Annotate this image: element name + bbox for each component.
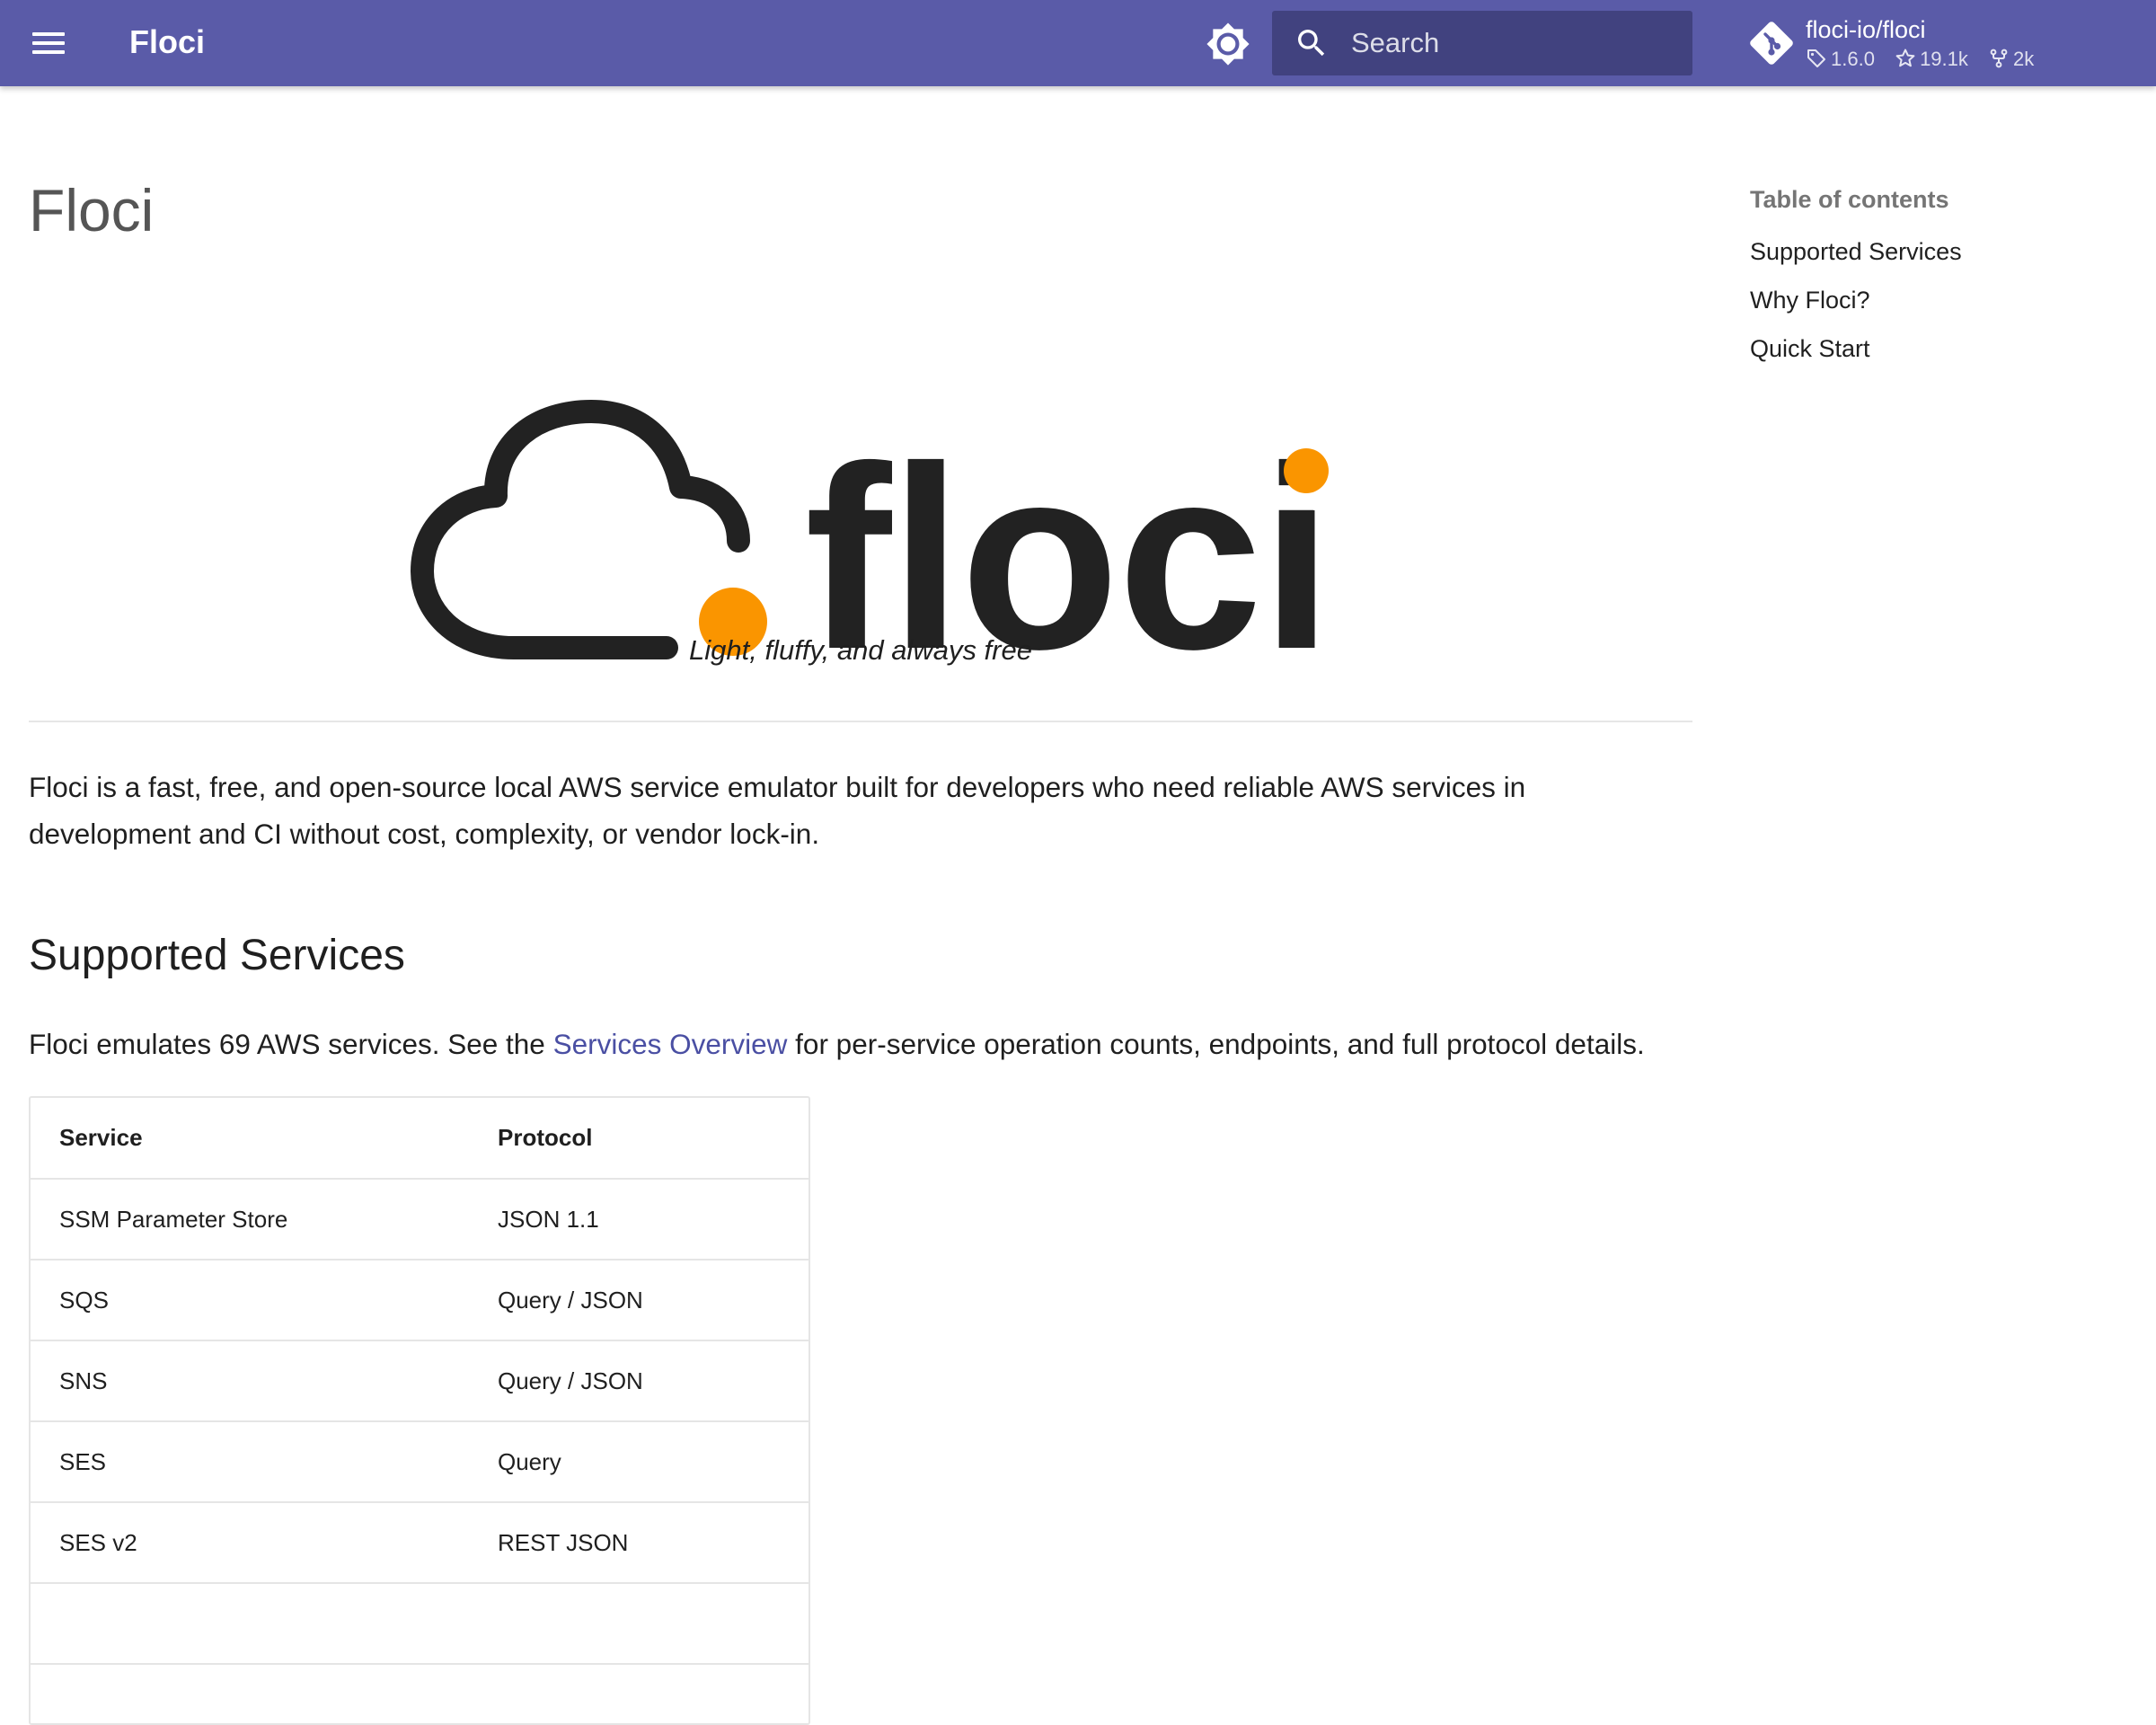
service-cell [31, 1583, 469, 1665]
toc-item-supported-services[interactable]: Supported Services [1750, 235, 2127, 268]
search-box[interactable] [1272, 11, 1692, 75]
toc-item-quick-start[interactable]: Quick Start [1750, 332, 2127, 365]
brightness-icon[interactable] [1206, 22, 1250, 66]
table-row: SSM Parameter Store JSON 1.1 [31, 1179, 808, 1261]
intro-paragraph: Floci is a fast, free, and open-source l… [29, 771, 1526, 850]
tagline: Light, fluffy, and always free [689, 634, 1032, 666]
services-paragraph: Floci emulates 69 AWS services. See the … [29, 1028, 1645, 1060]
repo-stars: 19.1k [1895, 47, 1968, 72]
page-title: Floci [29, 177, 155, 243]
repo-name: floci-io/floci [1806, 16, 1926, 43]
floci-logo: floci [411, 400, 1340, 688]
protocol-cell: Query / JSON [469, 1340, 808, 1422]
table-of-contents: Table of contents Supported Services Why… [1750, 180, 2127, 365]
table-row: SQS Query / JSON [31, 1260, 808, 1341]
repo-link[interactable]: floci-io/floci 1.6.0 19.1k 2k [1748, 14, 2045, 74]
protocol-cell: Query [469, 1421, 808, 1503]
column-header-service: Service [31, 1098, 469, 1180]
table-row: SES Query [31, 1421, 808, 1503]
search-input[interactable] [1351, 22, 1674, 65]
header-bar: Floci floci-io/floci 1.6.0 [0, 0, 2156, 86]
site-title[interactable]: Floci [129, 22, 205, 63]
table-row [31, 1583, 808, 1665]
tag-icon [1807, 49, 1825, 67]
table-row: SNS Query / JSON [31, 1340, 808, 1422]
fork-icon [1990, 49, 2008, 68]
services-table: Service Protocol SSM Parameter Store JSO… [29, 1096, 810, 1725]
column-header-protocol: Protocol [469, 1098, 808, 1180]
table-row: SES v2 REST JSON [31, 1502, 808, 1584]
repo-forks: 2k [1988, 47, 2034, 72]
toc-item-why-floci[interactable]: Why Floci? [1750, 284, 2127, 316]
protocol-cell: Query / JSON [469, 1260, 808, 1341]
section-heading-supported-services: Supported Services [29, 932, 405, 979]
services-overview-link[interactable]: Services Overview [553, 1028, 788, 1060]
git-icon [1750, 22, 1793, 65]
service-cell: SNS [31, 1340, 469, 1422]
protocol-cell [469, 1583, 808, 1665]
service-cell: SSM Parameter Store [31, 1179, 469, 1261]
repo-version: 1.6.0 [1806, 47, 1875, 72]
service-cell: SES v2 [31, 1502, 469, 1584]
menu-icon[interactable] [31, 29, 66, 58]
search-icon [1298, 30, 1325, 57]
table-header-row: Service Protocol [31, 1098, 808, 1180]
protocol-cell: REST JSON [469, 1502, 808, 1584]
divider [29, 721, 1692, 722]
repo-facts: 1.6.0 19.1k 2k [1806, 47, 2048, 72]
service-cell: SES [31, 1421, 469, 1503]
toc-title: Table of contents [1750, 186, 1949, 213]
protocol-cell: JSON 1.1 [469, 1179, 808, 1261]
service-cell: SQS [31, 1260, 469, 1341]
star-icon [1895, 49, 1915, 67]
